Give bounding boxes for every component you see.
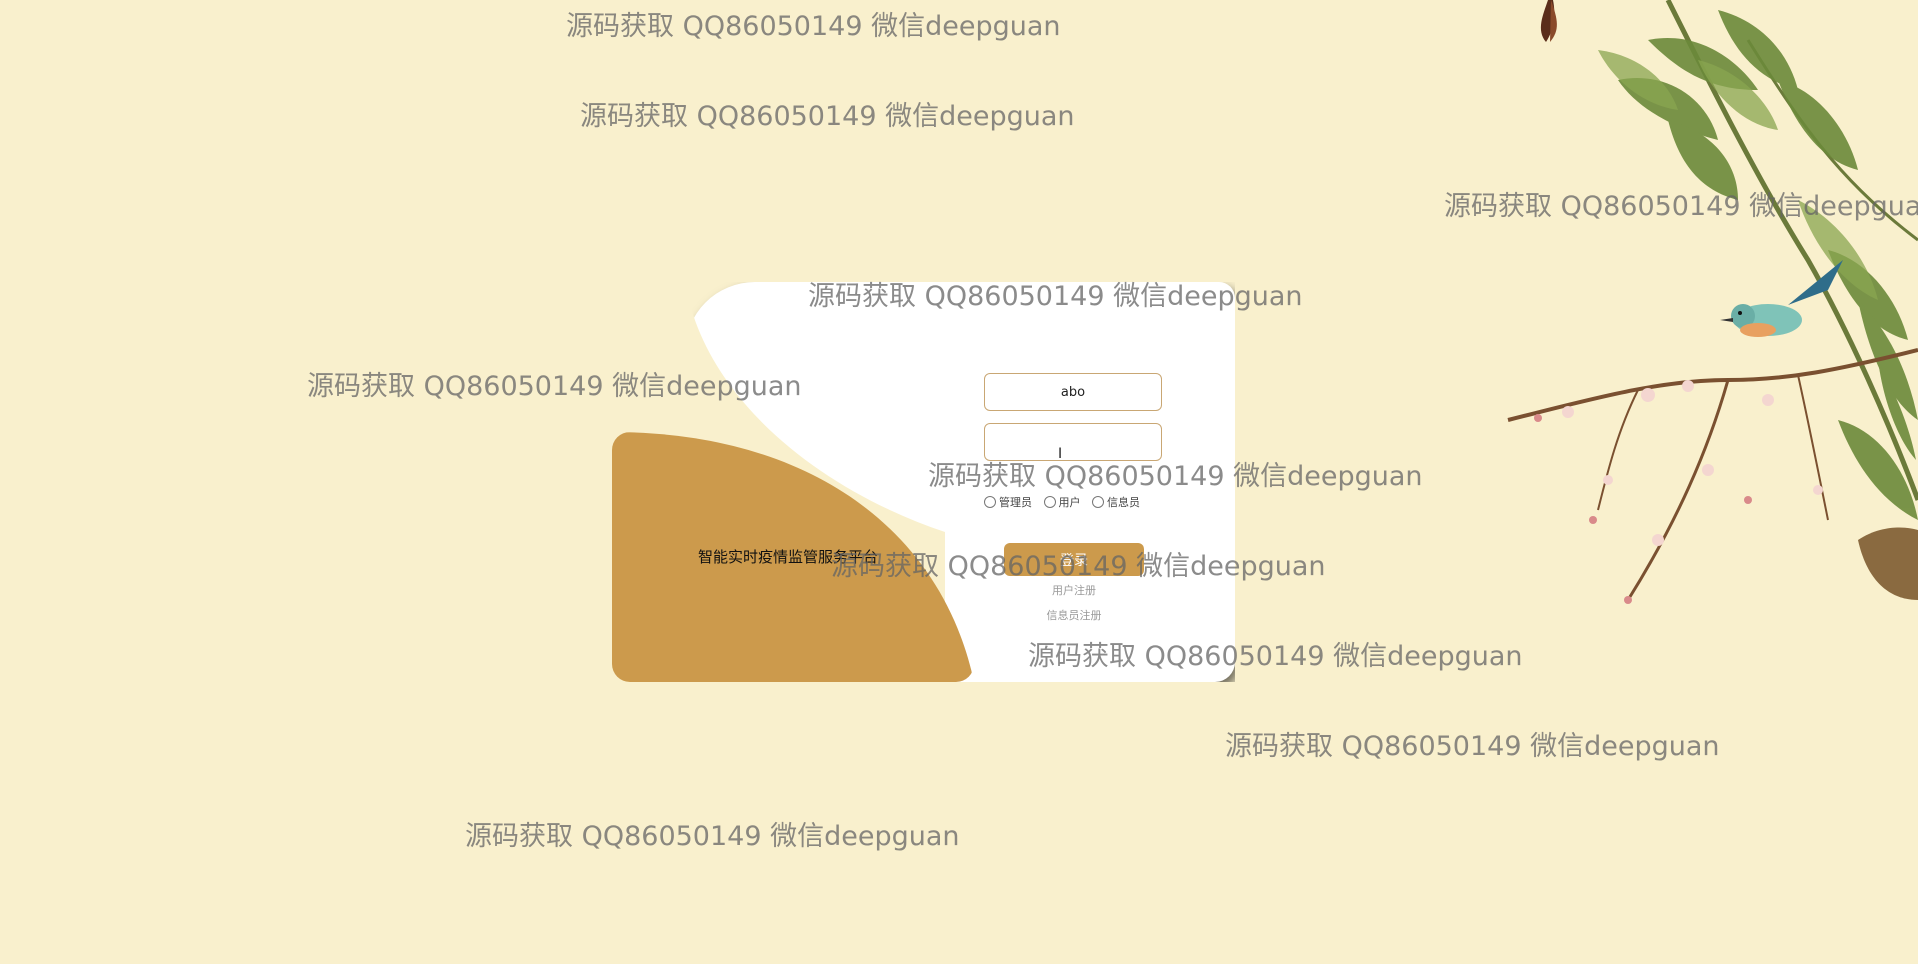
watermark-text: 源码获取 QQ86050149 微信deepguan [580,101,1075,132]
watermark-text: 源码获取 QQ86050149 微信deepguan [928,461,1423,492]
register-informant-link[interactable]: 信息员注册 [1004,607,1144,623]
role-admin[interactable]: 管理员 [984,494,1032,510]
butterfly-icon [1540,0,1557,42]
watermark-text: 源码获取 QQ86050149 微信deepguan [307,371,802,402]
register-user-link[interactable]: 用户注册 [1004,582,1144,598]
bird-icon [1720,260,1843,337]
watermark-text: 源码获取 QQ86050149 微信deepguan [566,11,1061,42]
role-user-label: 用户 [1058,496,1081,509]
role-user[interactable]: 用户 [1043,494,1081,510]
radio-icon[interactable] [984,496,996,508]
radio-icon[interactable] [1092,496,1104,508]
role-selector: 管理员 用户 信息员 [984,494,1148,511]
watermark-text: 源码获取 QQ86050149 微信deepguan [1225,731,1720,762]
role-admin-label: 管理员 [999,496,1032,509]
bamboo-bird-painting [1507,0,1918,604]
role-informant-label: 信息员 [1107,496,1140,509]
watermark-text: 源码获取 QQ86050149 微信deepguan [1444,191,1918,222]
watermark-text: 源码获取 QQ86050149 微信deepguan [831,551,1326,582]
radio-icon[interactable] [1043,496,1056,508]
username-input[interactable] [984,373,1162,411]
watermark-text: 源码获取 QQ86050149 微信deepguan [1028,641,1523,672]
watermark-text: 源码获取 QQ86050149 微信deepguan [808,281,1303,312]
role-informant[interactable]: 信息员 [1092,494,1140,510]
watermark-text: 源码获取 QQ86050149 微信deepguan [465,821,960,852]
